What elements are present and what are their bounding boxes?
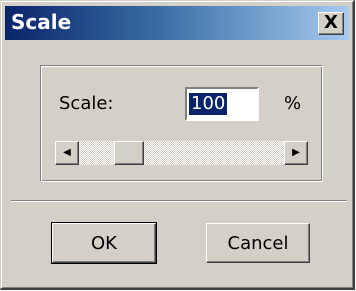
close-icon: X xyxy=(324,12,338,33)
scale-slider[interactable]: ◀ ▶ xyxy=(55,141,308,165)
arrow-left-icon: ◀ xyxy=(63,147,71,158)
scroll-right-button[interactable]: ▶ xyxy=(284,141,308,165)
scrollbar-thumb[interactable] xyxy=(114,141,144,165)
scale-label: Scale: xyxy=(59,93,114,114)
scale-dialog: Scale X Scale: 100 % ◀ ▶ OK Cancel xyxy=(0,0,355,290)
scale-input-value: 100 xyxy=(189,93,228,115)
dialog-title: Scale xyxy=(11,10,72,34)
cancel-button-label: Cancel xyxy=(227,232,289,254)
scroll-left-button[interactable]: ◀ xyxy=(55,141,79,165)
scale-input[interactable]: 100 xyxy=(185,87,259,121)
close-button[interactable]: X xyxy=(318,12,344,35)
ok-button[interactable]: OK xyxy=(51,222,157,264)
title-bar[interactable]: Scale X xyxy=(5,6,349,40)
scrollbar-track[interactable] xyxy=(55,141,308,165)
arrow-right-icon: ▶ xyxy=(292,147,300,158)
cancel-button[interactable]: Cancel xyxy=(206,223,310,263)
separator-line xyxy=(11,200,347,202)
percent-unit-label: % xyxy=(284,93,302,114)
ok-button-label: OK xyxy=(91,232,117,254)
